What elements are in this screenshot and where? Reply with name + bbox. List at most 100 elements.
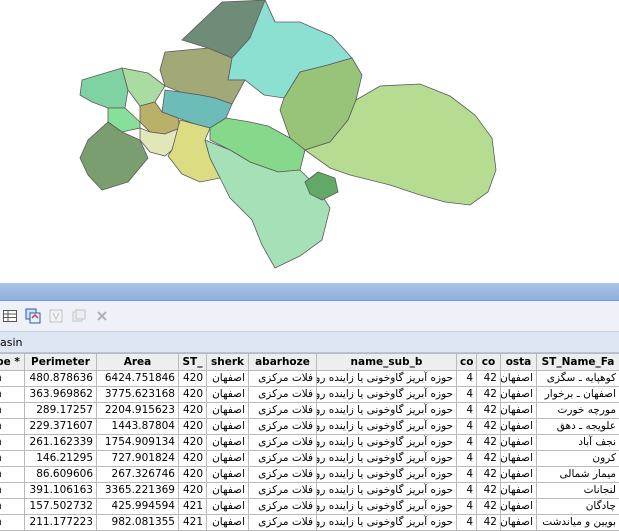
table-cell[interactable]: 146.21295 <box>25 451 97 467</box>
table-cell[interactable]: فلات مرکزی <box>249 419 317 435</box>
table-row[interactable]: n363.9698623775.623168420اصفهانفلات مرکز… <box>0 387 619 403</box>
table-cell[interactable]: اصفهان <box>501 467 537 483</box>
table-cell[interactable]: n <box>0 499 25 515</box>
table-cell[interactable]: 42 <box>477 403 501 419</box>
table-cell[interactable]: اصفهان <box>207 403 249 419</box>
table-cell[interactable]: 42 <box>477 419 501 435</box>
table-cell[interactable]: فلات مرکزی <box>249 371 317 387</box>
table-cell[interactable]: ميمار شمالی <box>537 467 619 483</box>
table-cell[interactable]: فلات مرکزی <box>249 451 317 467</box>
table-cell[interactable]: فلات مرکزی <box>249 403 317 419</box>
table-cell[interactable]: 4 <box>457 451 477 467</box>
table-cell[interactable]: اصفهان <box>501 515 537 531</box>
table-cell[interactable]: 4 <box>457 419 477 435</box>
table-cell[interactable]: 420 <box>179 403 207 419</box>
table-cell[interactable]: 420 <box>179 419 207 435</box>
table-cell[interactable]: 982.081355 <box>97 515 179 531</box>
table-cell[interactable]: n <box>0 435 25 451</box>
table-cell[interactable]: نجف آباد <box>537 435 619 451</box>
table-cell[interactable]: n <box>0 403 25 419</box>
table-row[interactable]: n261.1623391754.909134420اصفهانفلات مرکز… <box>0 435 619 451</box>
column-header[interactable]: Area <box>97 354 179 371</box>
table-cell[interactable]: n <box>0 483 25 499</box>
table-cell[interactable]: حوزه آبريز گاوخونی يا زاينده رود <box>317 419 457 435</box>
table-cell[interactable]: 4 <box>457 387 477 403</box>
column-header[interactable]: ST_ <box>179 354 207 371</box>
table-row[interactable]: n211.177223982.081355421اصفهانفلات مرکزی… <box>0 515 619 531</box>
table-cell[interactable]: اصفهان <box>501 403 537 419</box>
table-cell[interactable]: 229.371607 <box>25 419 97 435</box>
table-cell[interactable]: 420 <box>179 483 207 499</box>
column-header[interactable]: co <box>477 354 501 371</box>
table-cell[interactable]: حوزه آبريز گاوخونی يا زاينده رود <box>317 499 457 515</box>
table-cell[interactable]: اصفهان <box>501 483 537 499</box>
table-cell[interactable]: لنجانات <box>537 483 619 499</box>
table-cell[interactable]: 420 <box>179 467 207 483</box>
table-cell[interactable]: 420 <box>179 435 207 451</box>
table-cell[interactable]: 86.609606 <box>25 467 97 483</box>
table-cell[interactable]: 4 <box>457 467 477 483</box>
table-row[interactable]: n157.502732425.994594421اصفهانفلات مرکزی… <box>0 499 619 515</box>
table-cell[interactable]: حوزه آبريز گاوخونی يا زاينده رود <box>317 371 457 387</box>
table-cell[interactable]: 727.901824 <box>97 451 179 467</box>
table-cell[interactable]: 42 <box>477 499 501 515</box>
table-cell[interactable]: 420 <box>179 451 207 467</box>
table-cell[interactable]: حوزه آبريز گاوخونی يا زاينده رود <box>317 403 457 419</box>
table-cell[interactable]: 421 <box>179 499 207 515</box>
table-cell[interactable]: 267.326746 <box>97 467 179 483</box>
column-header[interactable]: sherk <box>207 354 249 371</box>
table-row[interactable]: n480.8786366424.751846420اصفهانفلات مرکز… <box>0 371 619 387</box>
table-cell[interactable]: اصفهان <box>501 435 537 451</box>
table-cell[interactable]: 480.878636 <box>25 371 97 387</box>
table-cell[interactable]: حوزه آبريز گاوخونی يا زاينده رود <box>317 483 457 499</box>
related-tables-icon[interactable] <box>23 306 43 326</box>
table-cell[interactable]: 211.177223 <box>25 515 97 531</box>
table-cell[interactable]: 261.162339 <box>25 435 97 451</box>
table-cell[interactable]: حوزه آبريز گاوخونی يا زاينده رود <box>317 387 457 403</box>
table-cell[interactable]: 3365.221369 <box>97 483 179 499</box>
table-cell[interactable]: 420 <box>179 371 207 387</box>
region-west-green[interactable] <box>80 68 128 108</box>
table-cell[interactable]: 157.502732 <box>25 499 97 515</box>
table-cell[interactable]: 42 <box>477 483 501 499</box>
region-southwest-dark[interactable] <box>80 122 148 190</box>
table-cell[interactable]: 4 <box>457 403 477 419</box>
table-row[interactable]: n146.21295727.901824420اصفهانفلات مرکزیح… <box>0 451 619 467</box>
table-cell[interactable]: n <box>0 515 25 531</box>
table-cell[interactable]: چادگان <box>537 499 619 515</box>
table-cell[interactable]: n <box>0 451 25 467</box>
switch-selection-icon[interactable] <box>69 306 89 326</box>
table-cell[interactable]: اصفهان <box>207 419 249 435</box>
table-cell[interactable]: اصفهان <box>501 419 537 435</box>
table-cell[interactable]: 2204.915623 <box>97 403 179 419</box>
table-cell[interactable]: 42 <box>477 387 501 403</box>
table-cell[interactable]: 1443.87804 <box>97 419 179 435</box>
table-cell[interactable]: مورچه خورت <box>537 403 619 419</box>
table-cell[interactable]: اصفهان <box>207 483 249 499</box>
table-cell[interactable]: فلات مرکزی <box>249 387 317 403</box>
table-cell[interactable]: اصفهان <box>207 451 249 467</box>
map-view[interactable] <box>0 0 619 283</box>
table-cell[interactable]: 4 <box>457 371 477 387</box>
table-cell[interactable]: 289.17257 <box>25 403 97 419</box>
table-cell[interactable]: اصفهان <box>207 467 249 483</box>
table-cell[interactable]: 425.994594 <box>97 499 179 515</box>
table-row[interactable]: n86.609606267.326746420اصفهانفلات مرکزیح… <box>0 467 619 483</box>
table-cell[interactable]: حوزه آبريز گاوخونی يا زاينده رود <box>317 435 457 451</box>
table-cell[interactable]: 42 <box>477 515 501 531</box>
column-header[interactable]: osta <box>501 354 537 371</box>
table-cell[interactable]: n <box>0 419 25 435</box>
table-cell[interactable]: فلات مرکزی <box>249 515 317 531</box>
table-row[interactable]: n289.172572204.915623420اصفهانفلات مرکزی… <box>0 403 619 419</box>
table-cell[interactable]: 42 <box>477 467 501 483</box>
region-west-light[interactable] <box>122 68 165 106</box>
table-cell[interactable]: اصفهان <box>207 387 249 403</box>
table-cell[interactable]: فلات مرکزی <box>249 483 317 499</box>
table-cell[interactable]: 4 <box>457 435 477 451</box>
table-cell[interactable]: 42 <box>477 451 501 467</box>
table-cell[interactable]: 42 <box>477 371 501 387</box>
table-cell[interactable]: اصفهان ـ برخوار <box>537 387 619 403</box>
table-cell[interactable]: حوزه آبريز گاوخونی يا زاينده رود <box>317 515 457 531</box>
table-tab-label[interactable]: asin <box>0 336 23 349</box>
table-cell[interactable]: n <box>0 387 25 403</box>
